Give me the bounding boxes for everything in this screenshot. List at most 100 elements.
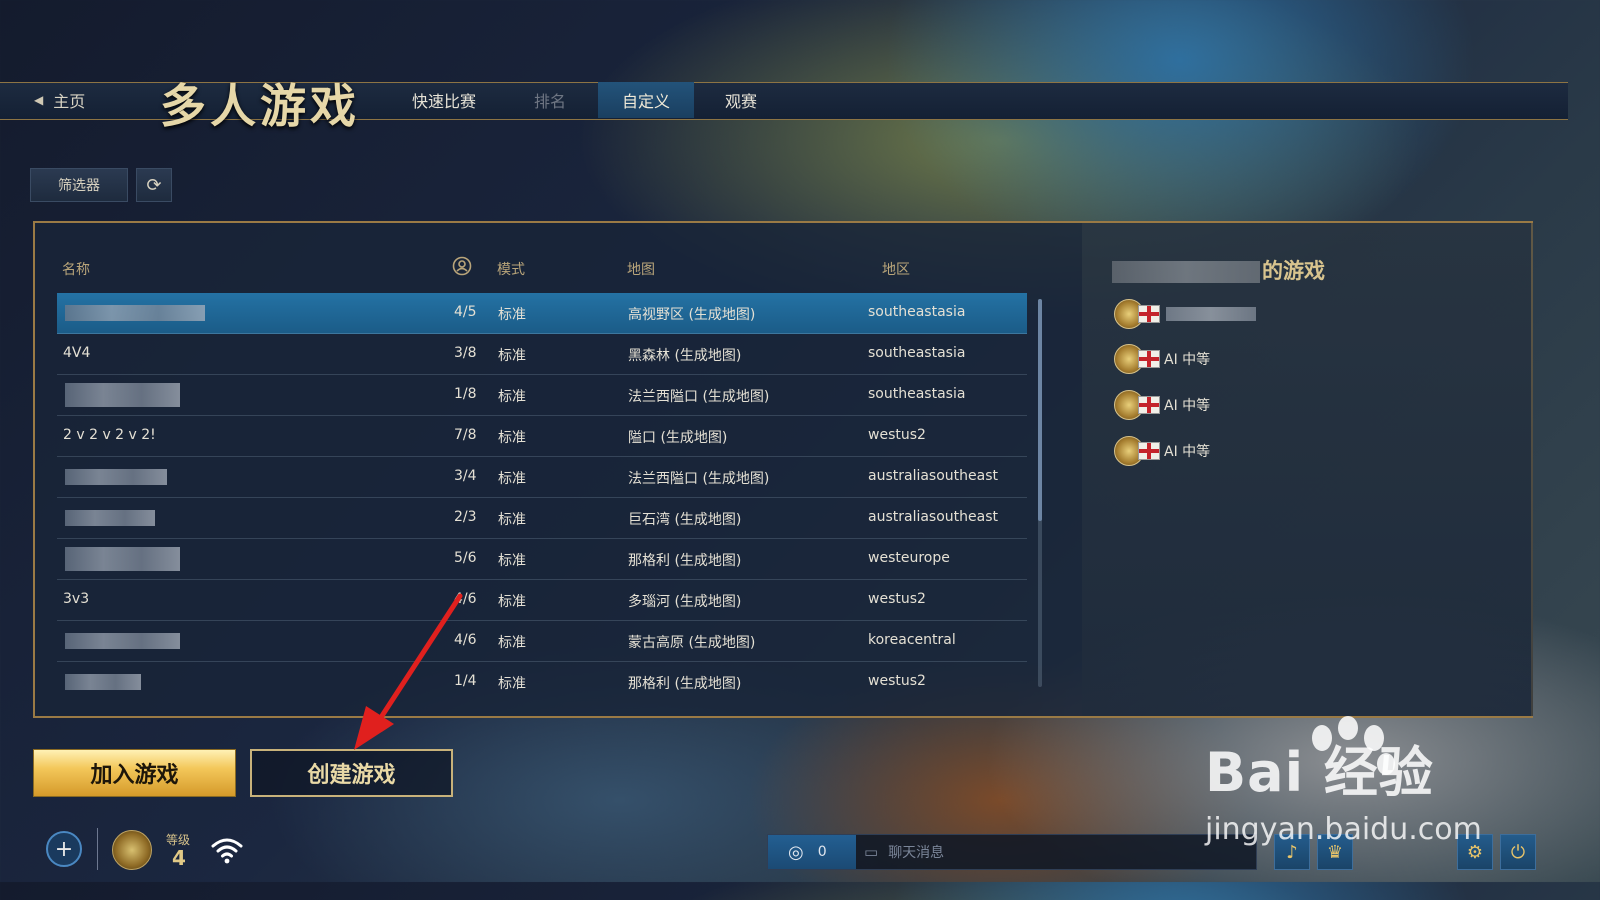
row-mode: 标准 — [498, 471, 526, 487]
annotation-arrow-icon — [354, 593, 463, 750]
row-map: 那格利 (生成地图) — [628, 676, 742, 692]
chevron-left-icon: ◀ — [34, 93, 44, 107]
row-region: westus2 — [868, 427, 926, 443]
game-details-panel — [1082, 223, 1533, 716]
player-name: AI 中等 — [1164, 352, 1211, 368]
players-icon: ◎ — [788, 841, 804, 863]
chat-input[interactable]: ▭ 聊天消息 — [864, 835, 944, 869]
redacted-name — [65, 510, 155, 526]
redacted-name — [65, 633, 180, 649]
player-slot-ai[interactable]: AI 中等 — [1114, 390, 1211, 420]
flag-icon — [1138, 442, 1160, 460]
row-mode: 标准 — [498, 553, 526, 569]
redacted-player-name — [1166, 307, 1256, 321]
row-map: 巨石湾 (生成地图) — [628, 512, 742, 528]
table-row[interactable]: 4/5 标准 高视野区 (生成地图) southeastasia — [57, 293, 1027, 334]
profile-medal-icon[interactable] — [112, 830, 152, 870]
refresh-button[interactable]: ⟳ — [136, 168, 172, 202]
row-region: koreacentral — [868, 632, 956, 648]
row-map: 隘口 (生成地图) — [628, 430, 728, 446]
row-mode: 标准 — [498, 430, 526, 446]
refresh-icon: ⟳ — [146, 174, 162, 196]
row-map: 多瑙河 (生成地图) — [628, 594, 742, 610]
online-count: 0 — [817, 844, 827, 860]
player-slot-ai[interactable]: AI 中等 — [1114, 344, 1211, 374]
redacted-name — [65, 305, 205, 321]
row-map: 法兰西隘口 (生成地图) — [628, 471, 770, 487]
row-name: 4V4 — [63, 345, 91, 361]
table-row[interactable]: 5/6 标准 那格利 (生成地图) westeurope — [57, 539, 1027, 580]
row-map: 高视野区 (生成地图) — [628, 307, 756, 323]
redacted-name — [65, 383, 180, 407]
player-name: AI 中等 — [1164, 398, 1211, 414]
row-region: australiasoutheast — [868, 468, 998, 484]
table-row[interactable]: 3/4 标准 法兰西隘口 (生成地图) australiasoutheast — [57, 457, 1027, 498]
row-players: 3/4 — [454, 468, 477, 484]
row-players: 7/8 — [454, 427, 477, 443]
column-header-map[interactable]: 地图 — [627, 259, 655, 279]
plus-icon: + — [54, 836, 74, 862]
row-players: 3/8 — [454, 345, 477, 361]
table-row[interactable]: 2/3 标准 巨石湾 (生成地图) australiasoutheast — [57, 498, 1027, 539]
filter-button[interactable]: 筛选器 — [30, 168, 128, 202]
table-row[interactable]: 4/6 标准 蒙古高原 (生成地图) koreacentral — [57, 621, 1027, 662]
row-map: 黑森林 (生成地图) — [628, 348, 742, 364]
column-header-mode[interactable]: 模式 — [497, 259, 525, 279]
scrollbar-thumb[interactable] — [1038, 299, 1042, 521]
row-players: 2/3 — [454, 509, 477, 525]
add-friend-button[interactable]: + — [46, 831, 82, 867]
player-slot-ai[interactable]: AI 中等 — [1114, 436, 1210, 466]
table-row[interactable]: 1/4 标准 那格利 (生成地图) westus2 — [57, 662, 1027, 702]
table-row[interactable]: 1/8 标准 法兰西隘口 (生成地图) southeastasia — [57, 375, 1027, 416]
row-region: westeurope — [868, 550, 950, 566]
row-map: 法兰西隘口 (生成地图) — [628, 389, 770, 405]
row-region: westus2 — [868, 673, 926, 689]
tab-custom[interactable]: 自定义 — [598, 82, 695, 118]
column-header-name[interactable]: 名称 — [62, 259, 90, 279]
game-panel-title: 的游戏 — [1112, 255, 1325, 285]
page-title: 多人游戏 — [160, 79, 360, 133]
chat-bar: ◎ 0 ▭ 聊天消息 — [767, 834, 1257, 870]
tab-ranked[interactable]: 排名 — [534, 82, 566, 118]
table-row[interactable]: 2 v 2 v 2 v 2! 7/8 标准 隘口 (生成地图) westus2 — [57, 416, 1027, 457]
row-mode: 标准 — [498, 635, 526, 651]
game-panel-title-suffix: 的游戏 — [1262, 259, 1325, 283]
tab-quick-match[interactable]: 快速比赛 — [412, 82, 476, 118]
row-map: 那格利 (生成地图) — [628, 553, 742, 569]
table-row[interactable]: 4V4 3/8 标准 黑森林 (生成地图) southeastasia — [57, 334, 1027, 375]
power-icon: ⏻ — [1510, 841, 1526, 863]
watermark-text: Bai 经验 — [1205, 741, 1434, 804]
redacted-name — [65, 547, 180, 571]
chat-placeholder: 聊天消息 — [888, 845, 945, 861]
row-mode: 标准 — [498, 307, 526, 323]
row-map: 蒙古高原 (生成地图) — [628, 635, 756, 651]
player-slot-host[interactable] — [1114, 299, 1256, 329]
lobby-panel: 名称 模式 地图 地区 4/5 标准 高视野区 (生成地图) southeast… — [33, 221, 1533, 718]
flag-icon — [1138, 350, 1160, 368]
players-column-icon[interactable] — [452, 256, 472, 280]
level-value: 4 — [172, 846, 186, 870]
row-region: southeastasia — [868, 386, 966, 402]
row-players: 4/5 — [454, 304, 477, 320]
row-players: 5/6 — [454, 550, 477, 566]
home-button[interactable]: ◀ 主页 — [0, 82, 150, 118]
row-mode: 标准 — [498, 594, 526, 610]
watermark-url: jingyan.baidu.com — [1205, 812, 1482, 847]
power-button[interactable]: ⏻ — [1500, 834, 1536, 870]
table-row[interactable]: 3v3 4/6 标准 多瑙河 (生成地图) westus2 — [57, 580, 1027, 621]
column-header-region[interactable]: 地区 — [882, 259, 910, 279]
row-region: southeastasia — [868, 304, 966, 320]
row-mode: 标准 — [498, 512, 526, 528]
redacted-host-name — [1112, 261, 1260, 283]
wifi-icon — [211, 838, 243, 864]
redacted-name — [65, 674, 141, 690]
players-icon — [452, 256, 472, 276]
row-region: southeastasia — [868, 345, 966, 361]
join-game-button[interactable]: 加入游戏 — [33, 749, 236, 797]
tab-spectate[interactable]: 观赛 — [725, 82, 757, 118]
online-count-button[interactable]: ◎ 0 — [768, 835, 856, 869]
row-name: 3v3 — [63, 591, 90, 607]
redacted-name — [65, 469, 167, 485]
flag-icon — [1138, 396, 1160, 414]
row-name: 2 v 2 v 2 v 2! — [63, 427, 156, 443]
